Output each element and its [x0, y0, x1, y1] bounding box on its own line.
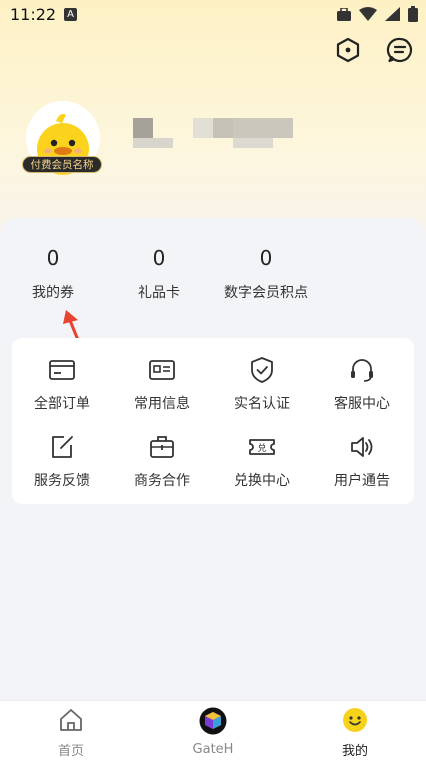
stat-value: 0 — [46, 246, 60, 270]
exchange-ticket-icon: 兑 — [249, 439, 275, 455]
grid-label: 商务合作 — [134, 473, 190, 489]
grid-item-business[interactable]: 商务合作 — [112, 433, 212, 490]
status-icons — [337, 6, 418, 22]
grid-item-common-info[interactable]: 常用信息 — [112, 356, 212, 413]
briefcase-icon — [150, 436, 174, 458]
grid-label: 服务反馈 — [34, 473, 90, 489]
nav-label: 我的 — [341, 744, 368, 759]
home-icon — [60, 709, 82, 731]
grid-label: 兑换中心 — [234, 473, 290, 489]
signal-icon — [385, 7, 400, 21]
stat-gift-cards[interactable]: 0 礼品卡 — [118, 246, 200, 302]
nav-label: GateH — [192, 742, 234, 757]
grid-item-feedback[interactable]: 服务反馈 — [12, 433, 112, 490]
status-time: 11:22 — [10, 5, 57, 24]
grid-item-notices[interactable]: 用户通告 — [312, 433, 412, 490]
stat-member-points[interactable]: 0 数字会员积点 — [216, 246, 316, 302]
nav-gateh[interactable]: GateH — [173, 707, 253, 757]
grid-item-orders[interactable]: 全部订单 — [12, 356, 112, 413]
stat-label: 礼品卡 — [138, 285, 180, 301]
grid-label: 实名认证 — [234, 396, 290, 412]
grid-item-customer-service[interactable]: 客服中心 — [312, 356, 412, 413]
briefcase-status-icon — [337, 7, 351, 21]
battery-icon — [408, 6, 418, 22]
nav-mine[interactable]: 我的 — [315, 707, 395, 759]
card-icon — [49, 360, 75, 380]
cube-icon — [199, 707, 227, 735]
stat-coupons[interactable]: 0 我的券 — [12, 246, 94, 302]
shield-check-icon — [251, 357, 273, 383]
message-icon[interactable] — [386, 36, 414, 64]
stat-label: 数字会员积点 — [224, 285, 308, 301]
id-card-icon — [149, 360, 175, 380]
stat-value: 0 — [152, 246, 166, 270]
headset-icon — [351, 359, 373, 382]
smiley-icon — [343, 708, 367, 732]
settings-hexagon-icon[interactable] — [334, 36, 362, 64]
grid-item-verification[interactable]: 实名认证 — [212, 356, 312, 413]
stat-value: 0 — [259, 246, 273, 270]
grid-label: 客服中心 — [334, 396, 390, 412]
bottom-nav: 首页 GateH 我的 — [0, 700, 426, 760]
speaker-icon — [351, 437, 373, 457]
nav-label: 首页 — [57, 744, 84, 759]
notification-a-icon: A — [64, 8, 77, 21]
grid-label: 常用信息 — [134, 396, 190, 412]
grid-label: 用户通告 — [334, 473, 390, 489]
grid-label: 全部订单 — [34, 396, 90, 412]
member-badge[interactable]: 付费会员名称 — [22, 156, 102, 173]
wifi-icon — [359, 7, 377, 21]
edit-icon — [52, 436, 73, 458]
grid-item-exchange[interactable]: 兑 兑换中心 — [212, 433, 312, 490]
status-bar: 11:22 A — [0, 0, 426, 30]
service-grid-card: 全部订单 常用信息 实名认证 客服中心 服务反馈 商务合作 兑 兑换中心 用户通… — [12, 338, 414, 504]
svg-text:兑: 兑 — [257, 442, 266, 454]
nav-home[interactable]: 首页 — [31, 707, 111, 759]
stat-label: 我的券 — [32, 285, 74, 301]
